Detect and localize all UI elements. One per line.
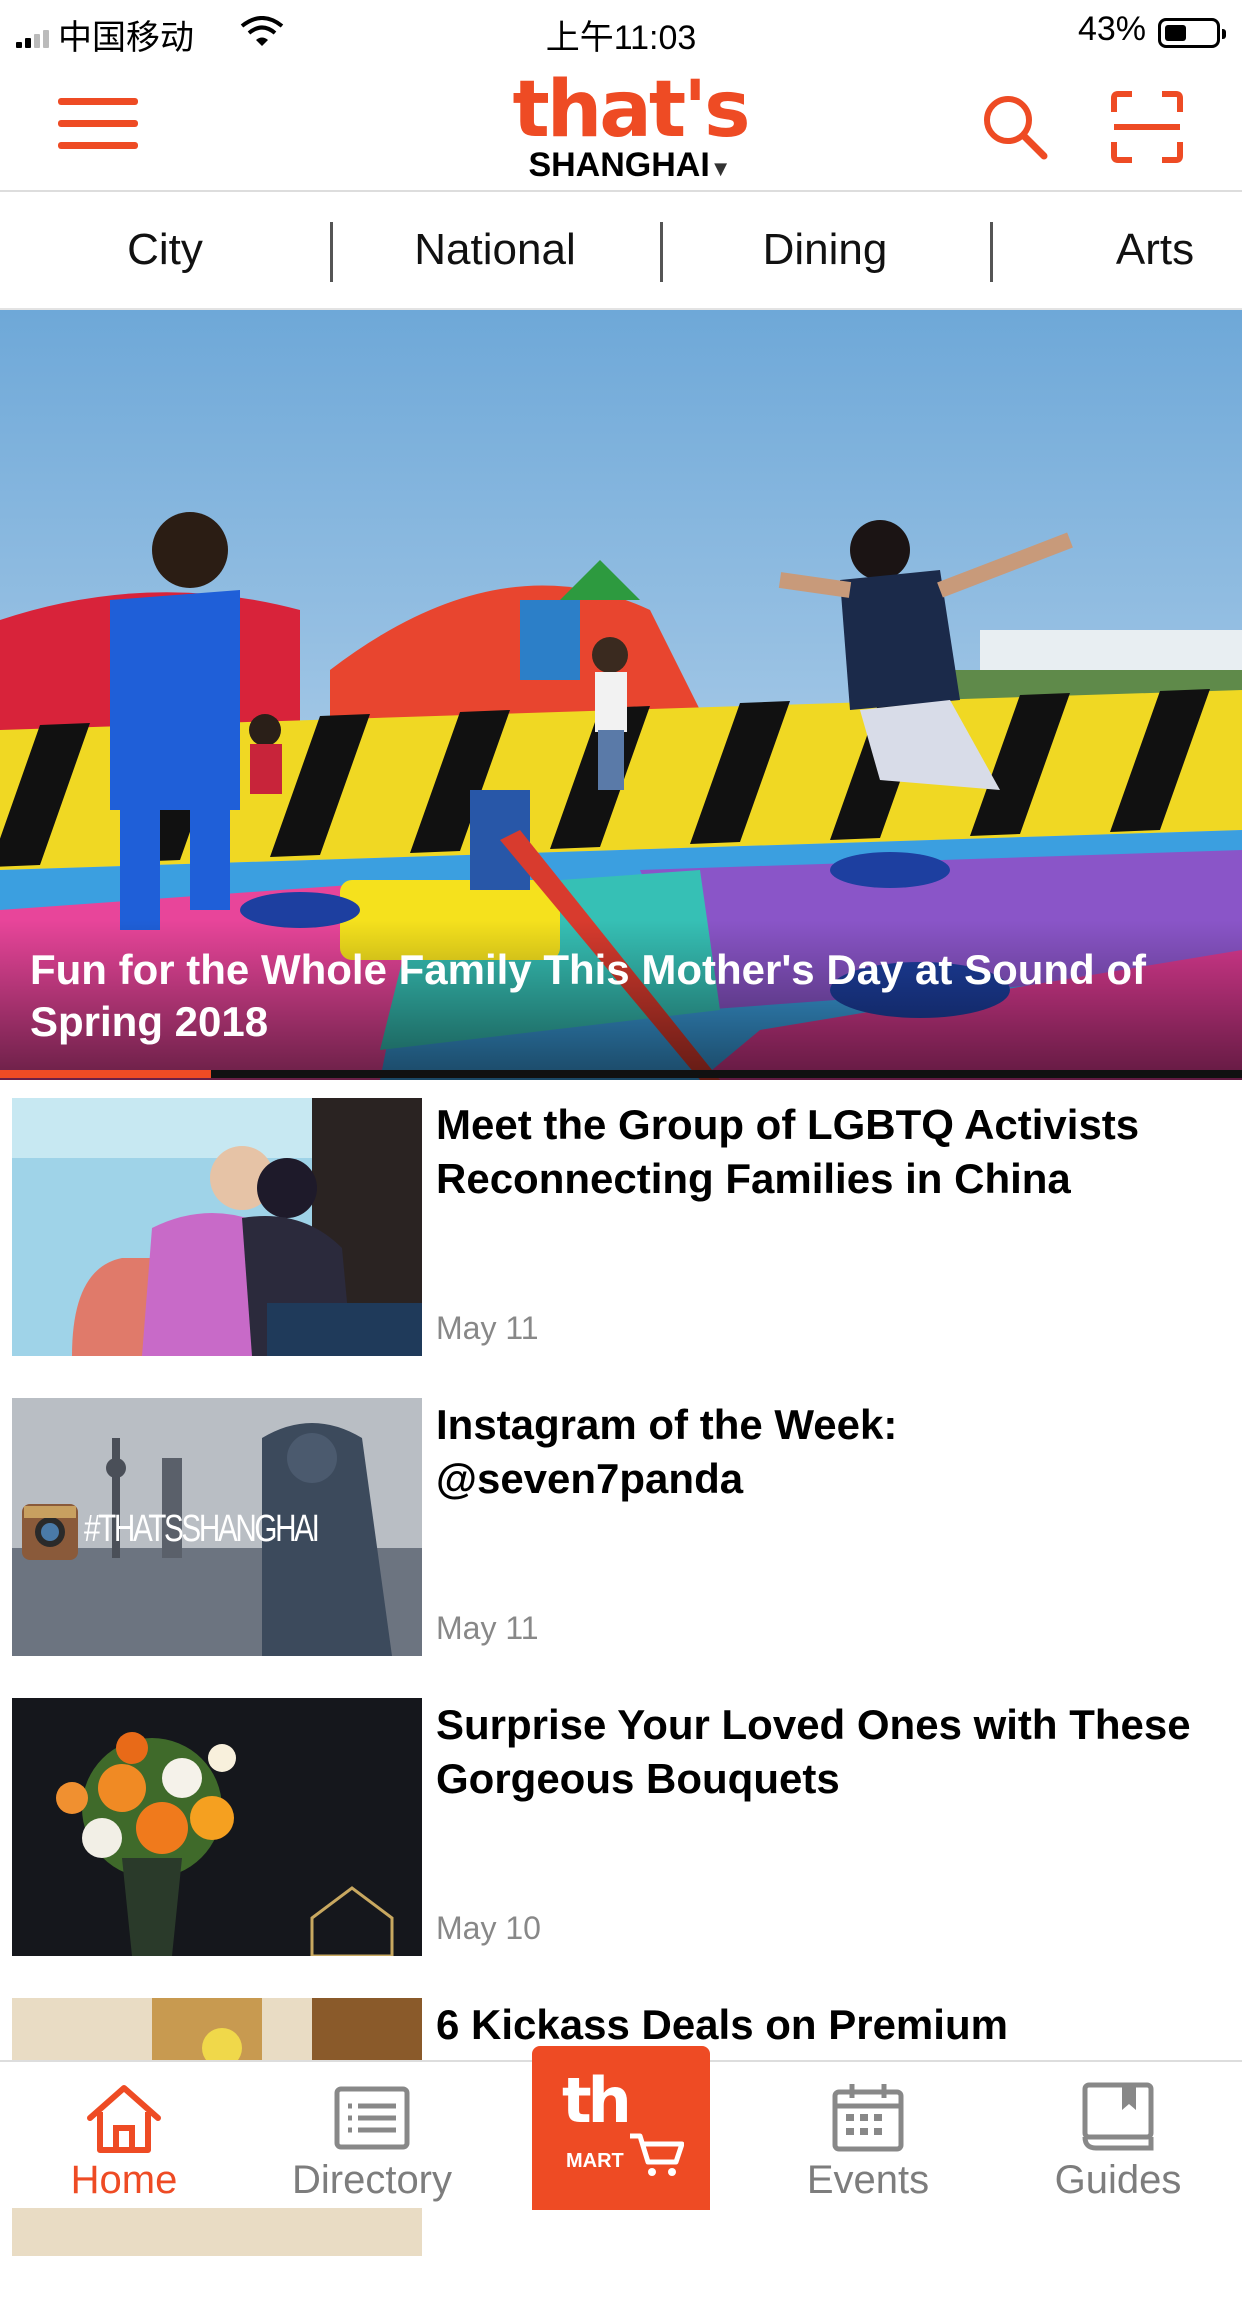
list-item[interactable]: #THATSSHANGHAI Instagram of the Week: @s… [0,1398,1242,1698]
nav-home[interactable]: Home [0,2062,248,2208]
article-thumbnail: #THATSSHANGHAI [12,1398,422,1656]
list-item[interactable]: Meet the Group of LGBTQ Activists Reconn… [0,1098,1242,1398]
nav-label: Directory [291,2158,453,2202]
hero-title[interactable]: Fun for the Whole Family This Mother's D… [30,944,1210,1048]
nav-label: Home [70,2158,178,2202]
status-bar: 中国移动 上午11:03 43% [0,0,1242,64]
article-date: May 11 [436,1310,539,1346]
logo-city-selector[interactable]: that's SHANGHAI▼ [500,64,760,190]
tab-arts[interactable]: Arts [990,192,1242,308]
tab-dining[interactable]: Dining [660,192,990,308]
thumbnail-hashtag: #THATSSHANGHAI [84,1508,320,1550]
app-header: that's SHANGHAI▼ [0,64,1242,192]
article-title: Surprise Your Loved Ones with These Gorg… [436,1701,1191,1802]
dropdown-arrow-icon: ▼ [709,156,732,181]
calendar-icon [832,2084,904,2152]
search-icon[interactable] [978,90,1050,162]
scan-icon[interactable] [1110,90,1184,164]
carousel-progress [0,1070,1242,1078]
city-name: SHANGHAI [528,146,710,184]
nav-directory[interactable]: Directory [248,2062,496,2208]
book-icon [1082,2082,1154,2151]
cart-icon [630,2133,684,2176]
home-icon [87,2085,161,2153]
article-date: May 11 [436,1610,539,1646]
clock: 上午11:03 [545,19,697,57]
list-item[interactable]: Surprise Your Loved Ones with These Gorg… [0,1698,1242,1998]
nav-events[interactable]: Events [744,2062,992,2208]
battery-percent: 43% [1077,10,1146,48]
nav-guides[interactable]: Guides [994,2062,1242,2208]
mart-logo: th [562,2064,632,2137]
article-thumbnail [12,1098,422,1356]
hamburger-menu-icon[interactable] [58,94,138,154]
battery-icon [1158,18,1226,48]
nav-label: Events [806,2158,930,2202]
category-tabs: City National Dining Arts [0,192,1242,310]
article-date: May 10 [436,1910,541,1946]
article-title: Meet the Group of LGBTQ Activists Reconn… [436,1101,1140,1202]
nav-mart[interactable]: th MART [532,2046,710,2210]
article-title: Instagram of the Week: @seven7panda [436,1401,898,1502]
brand-logo: that's [512,65,750,155]
bottom-navigation: Home Directory th MART Events Guides [0,2046,1242,2210]
tab-city[interactable]: City [0,192,330,308]
article-title: 6 Kickass Deals on Premium [436,2001,1008,2048]
hero-carousel[interactable]: Fun for the Whole Family This Mother's D… [0,310,1242,1080]
list-icon [334,2086,410,2150]
article-thumbnail [12,1698,422,1956]
tab-national[interactable]: National [330,192,660,308]
mart-label: MART [566,2150,624,2172]
nav-label: Guides [1054,2158,1182,2202]
